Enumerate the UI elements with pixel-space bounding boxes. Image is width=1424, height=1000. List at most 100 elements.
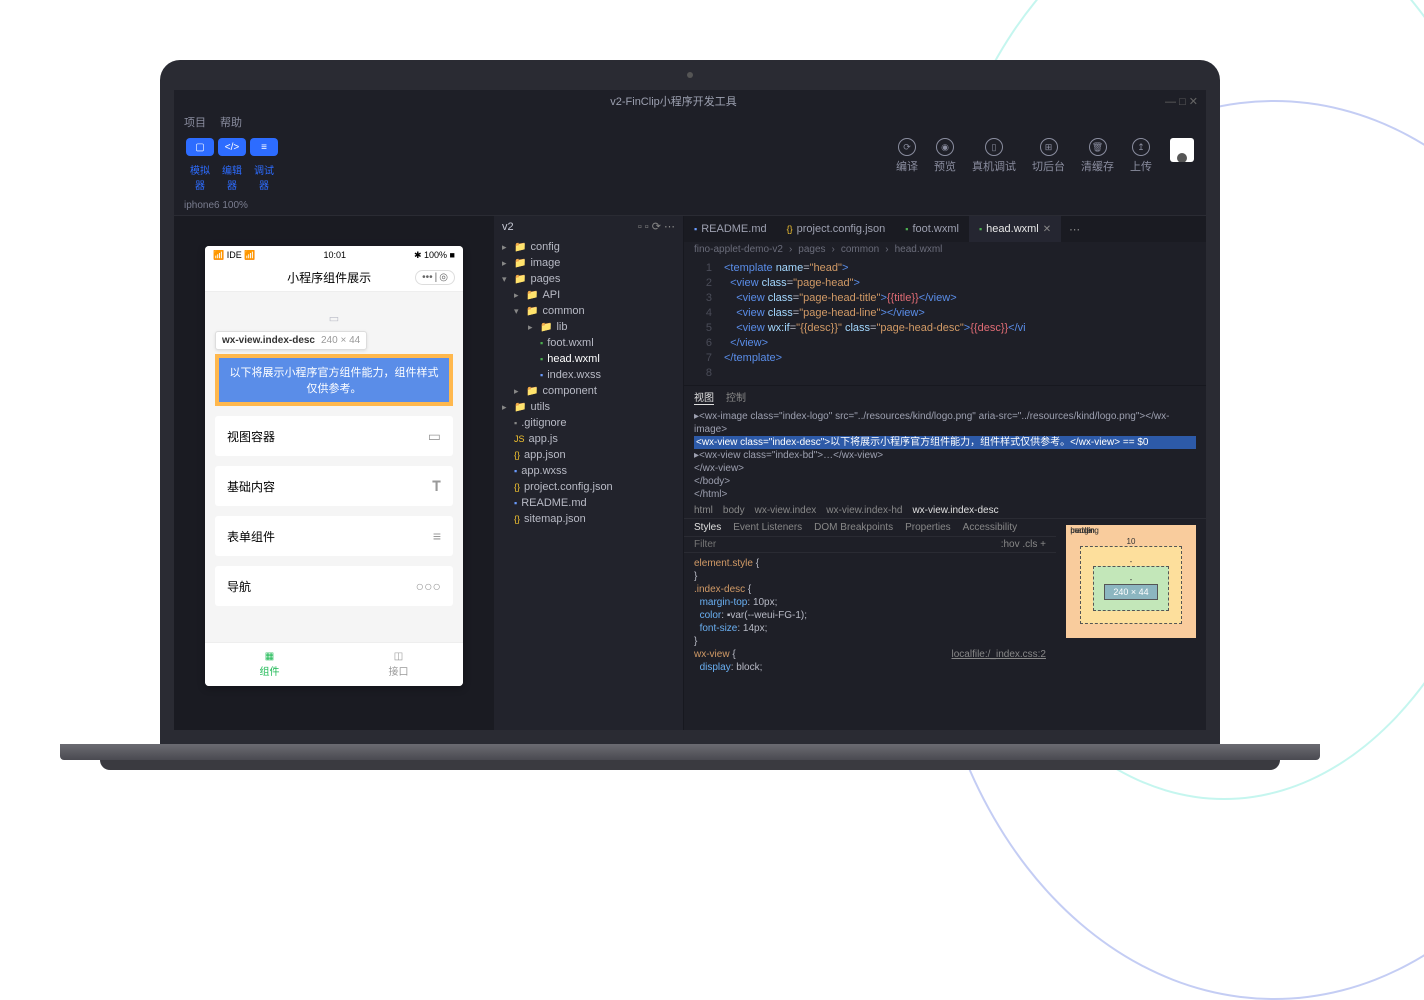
device-info: iphone6 100% [174,196,1206,216]
tree-node[interactable]: ▾📁pages [494,271,683,287]
dom-path-segment[interactable]: html [694,505,713,516]
file-tree: ▸📁config▸📁image▾📁pages▸📁API▾📁common▸📁lib… [494,237,683,529]
phone-nav-bar: 小程序组件展示 •••|◎ [205,264,463,292]
tree-node[interactable]: ▪app.wxss [494,463,683,479]
tree-node[interactable]: ▸📁config [494,239,683,255]
action-upload[interactable]: ↥上传 [1122,138,1160,174]
list-item[interactable]: 视图容器▭ [215,416,453,456]
tree-node[interactable]: ▪.gitignore [494,415,683,431]
close-icon[interactable]: ✕ [1043,224,1051,235]
list-item[interactable]: 基础内容𝐓 [215,466,453,506]
tree-node[interactable]: ▪head.wxml [494,351,683,367]
menubar: 项目 帮助 [174,112,1206,132]
tree-node[interactable]: ▸📁API [494,287,683,303]
phone-tabbar: ▦组件 ◫接口 [205,642,463,686]
laptop-mockup: v2-FinClip小程序开发工具 — □ ✕ 项目 帮助 ▢ </> ≡ 模拟… [160,60,1220,770]
explorer-root[interactable]: v2 [502,221,514,233]
dom-path-segment[interactable]: body [723,505,745,516]
editor-tab[interactable]: ▪foot.wxml [895,216,969,242]
mode-debugger-label: 调试器 [250,162,278,192]
menu-project[interactable]: 项目 [184,114,206,130]
devtools-dom[interactable]: ▸<wx-image class="index-logo" src="../re… [684,408,1206,503]
editor-area: ▪README.md{}project.config.json▪foot.wxm… [684,216,1206,730]
avatar[interactable] [1170,138,1194,162]
tree-node[interactable]: ▸📁component [494,383,683,399]
editor-tab[interactable]: {}project.config.json [777,216,896,242]
list-item-icon: ≡ [433,528,441,544]
phone-capsule[interactable]: •••|◎ [415,270,455,285]
breadcrumb-segment[interactable]: head.wxml [895,244,943,255]
code-editor[interactable]: 1<template name="head">2 <view class="pa… [684,257,1206,385]
tree-node[interactable]: {}sitemap.json [494,511,683,527]
editor-tab[interactable]: ▪head.wxml✕ [969,216,1061,242]
menu-help[interactable]: 帮助 [220,114,242,130]
simulator-panel: 📶 IDE 📶 10:01 ✱ 100% ■ 小程序组件展示 •••|◎ ▭ [174,216,494,730]
action-clear-cache[interactable]: 🗑清缓存 [1073,138,1122,174]
editor-tabs: ▪README.md{}project.config.json▪foot.wxm… [684,216,1206,242]
style-filter-input[interactable] [694,539,991,550]
editor-tab[interactable]: ▪README.md [684,216,777,242]
devtools-panel-tabs: 视图 控制 [684,386,1206,408]
tree-node[interactable]: ▪foot.wxml [494,335,683,351]
tree-node[interactable]: {}project.config.json [494,479,683,495]
grid-icon: ▦ [265,651,274,662]
style-tab[interactable]: Event Listeners [733,522,802,533]
action-background[interactable]: ⊞切后台 [1024,138,1073,174]
list-item-icon: 𝐓 [432,478,441,495]
style-tab[interactable]: Properties [905,522,951,533]
tree-node[interactable]: ▸📁image [494,255,683,271]
tree-node[interactable]: JSapp.js [494,431,683,447]
tree-node[interactable]: {}app.json [494,447,683,463]
inspect-tooltip: wx-view.index-desc 240 × 44 [215,331,367,350]
dt-tab-console[interactable]: 控制 [726,389,746,405]
dom-path-segment[interactable]: wx-view.index-desc [912,505,998,516]
box-model: margin10 border- padding- 240 × 44 [1056,519,1206,730]
dom-path-segment[interactable]: wx-view.index [755,505,817,516]
phone-simulator: 📶 IDE 📶 10:01 ✱ 100% ■ 小程序组件展示 •••|◎ ▭ [205,246,463,686]
list-item-icon: ▭ [428,428,441,445]
breadcrumb-segment[interactable]: common [841,244,879,255]
mode-simulator-button[interactable]: ▢ [186,138,214,156]
breadcrumb-segment[interactable]: fino-applet-demo-v2 [694,244,783,255]
mode-editor-button[interactable]: </> [218,138,246,156]
mode-editor-label: 编辑器 [218,162,246,192]
list-item[interactable]: 导航○○○ [215,566,453,606]
tab-component[interactable]: ▦组件 [205,643,334,686]
window-title: v2-FinClip小程序开发工具 [182,93,1165,109]
dom-path-segment[interactable]: wx-view.index-hd [826,505,902,516]
tree-node[interactable]: ▪README.md [494,495,683,511]
list-item[interactable]: 表单组件≡ [215,516,453,556]
style-tab[interactable]: Styles [694,522,721,533]
camera-dot [687,72,693,78]
action-preview[interactable]: ◉预览 [926,138,964,174]
file-explorer: v2 ▫ ▫ ⟳ ⋯ ▸📁config▸📁image▾📁pages▸📁API▾📁… [494,216,684,730]
ide-window: v2-FinClip小程序开发工具 — □ ✕ 项目 帮助 ▢ </> ≡ 模拟… [174,90,1206,730]
devtools-dom-path[interactable]: html body wx-view.index wx-view.index-hd wx-… [684,503,1206,518]
devtools-style-tabs: Styles Event Listeners DOM Breakpoints Prop… [684,519,1056,536]
inspected-element[interactable]: 以下将展示小程序官方组件能力，组件样式仅供参考。 [215,354,453,406]
tree-node[interactable]: ▸📁lib [494,319,683,335]
dt-tab-view[interactable]: 视图 [694,389,714,405]
mode-simulator-label: 模拟器 [186,162,214,192]
mode-debugger-button[interactable]: ≡ [250,138,278,156]
tabs-more[interactable]: ⋯ [1061,223,1088,236]
style-tab[interactable]: DOM Breakpoints [814,522,893,533]
style-filter-buttons[interactable]: :hov .cls + [1001,539,1046,550]
devtools-css[interactable]: element.style { }.index-desc {</span></d… [684,553,1056,678]
list-item-icon: ○○○ [416,578,441,594]
tree-node[interactable]: ▾📁common [494,303,683,319]
tab-interface[interactable]: ◫接口 [334,643,463,686]
phone-status-bar: 📶 IDE 📶 10:01 ✱ 100% ■ [205,246,463,264]
style-tab[interactable]: Accessibility [963,522,1017,533]
explorer-actions[interactable]: ▫ ▫ ⟳ ⋯ [638,220,675,233]
action-remote-debug[interactable]: ▯真机调试 [964,138,1024,174]
tree-node[interactable]: ▸📁utils [494,399,683,415]
tree-node[interactable]: ▪index.wxss [494,367,683,383]
window-controls[interactable]: — □ ✕ [1165,95,1198,108]
breadcrumb: fino-applet-demo-v2›pages›common›head.wx… [684,242,1206,257]
action-compile[interactable]: ⟳编译 [888,138,926,174]
toolbar: ▢ </> ≡ 模拟器 编辑器 调试器 ⟳编译 ◉预览 ▯真机调试 ⊞切后台 🗑… [174,132,1206,196]
devtools: 视图 控制 ▸<wx-image class="index-logo" src=… [684,385,1206,730]
phone-nav-title: 小程序组件展示 [243,269,415,286]
breadcrumb-segment[interactable]: pages [798,244,825,255]
